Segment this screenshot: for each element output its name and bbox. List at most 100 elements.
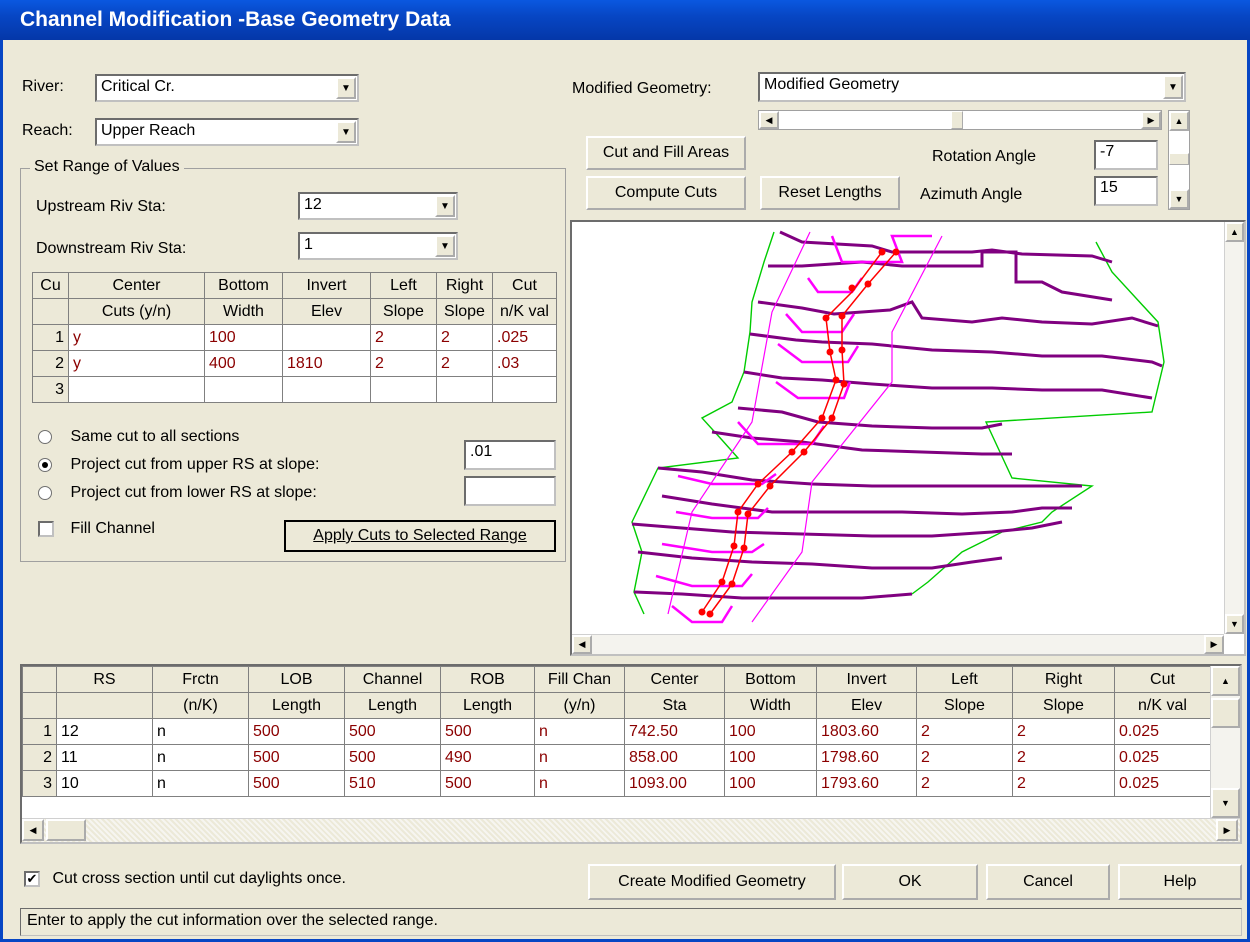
table-cell[interactable]: [492, 376, 557, 403]
arrow-down-icon[interactable]: ▼: [1211, 788, 1240, 818]
row-number[interactable]: 3: [22, 770, 57, 797]
table-cell[interactable]: [204, 376, 283, 403]
radio-icon[interactable]: [38, 485, 52, 500]
table-cell[interactable]: 2: [916, 744, 1013, 771]
table-cell[interactable]: 2: [1012, 770, 1115, 797]
chevron-down-icon[interactable]: ▼: [336, 121, 356, 143]
table-cell[interactable]: [436, 376, 493, 403]
table-cell[interactable]: n: [152, 744, 249, 771]
table-cell[interactable]: 1803.60: [816, 718, 917, 745]
azimuth-angle-input[interactable]: 15: [1094, 176, 1158, 206]
row-number[interactable]: 1: [32, 324, 69, 351]
checkbox-icon[interactable]: [38, 520, 54, 537]
scroll-thumb[interactable]: [46, 819, 86, 841]
table-cell[interactable]: y: [68, 324, 205, 351]
plot-vertical-scrollbar[interactable]: ▲ ▼: [1224, 222, 1244, 634]
cut-fill-areas-button[interactable]: Cut and Fill Areas: [586, 136, 746, 170]
angle-scrollbar[interactable]: ◀ ▶: [758, 110, 1162, 130]
arrow-right-icon[interactable]: ▶: [1216, 819, 1238, 841]
row-number[interactable]: 2: [32, 350, 69, 377]
arrow-down-icon[interactable]: ▼: [1169, 189, 1189, 209]
table-cell[interactable]: 2: [370, 350, 437, 377]
table-cell[interactable]: y: [68, 350, 205, 377]
table-cell[interactable]: 1793.60: [816, 770, 917, 797]
fill-channel-option[interactable]: Fill Channel: [38, 520, 155, 538]
arrow-right-icon[interactable]: ▶: [1141, 111, 1161, 129]
plot-horizontal-scrollbar[interactable]: ◀ ▶: [572, 634, 1224, 654]
arrow-up-icon[interactable]: ▲: [1225, 222, 1244, 242]
arrow-left-icon[interactable]: ◀: [572, 635, 592, 654]
table-cell[interactable]: 510: [344, 770, 441, 797]
daylight-option[interactable]: ✔ Cut cross section until cut daylights …: [24, 870, 346, 888]
table-cell[interactable]: 2: [1012, 744, 1115, 771]
project-lower-option[interactable]: Project cut from lower RS at slope:: [38, 484, 317, 502]
table-cell[interactable]: 2: [916, 770, 1013, 797]
river-select[interactable]: Critical Cr. ▼: [95, 74, 359, 102]
arrow-left-icon[interactable]: ◀: [759, 111, 779, 129]
table-cell[interactable]: 100: [724, 770, 817, 797]
table-horizontal-scrollbar[interactable]: ◀ ▶: [22, 818, 1240, 842]
table-cell[interactable]: 490: [440, 744, 535, 771]
table-vertical-scrollbar[interactable]: ▲ ▼: [1210, 666, 1240, 818]
upstream-riv-sta-select[interactable]: 12 ▼: [298, 192, 458, 220]
row-number[interactable]: 3: [32, 376, 69, 403]
arrow-up-icon[interactable]: ▲: [1211, 666, 1240, 696]
project-upper-option[interactable]: Project cut from upper RS at slope:: [38, 456, 319, 474]
geometry-plot[interactable]: ▲ ▼ ◀ ▶: [570, 220, 1246, 656]
arrow-down-icon[interactable]: ▼: [1225, 614, 1244, 634]
table-cell[interactable]: n: [152, 718, 249, 745]
table-cell[interactable]: 500: [248, 718, 345, 745]
chevron-down-icon[interactable]: ▼: [1163, 75, 1183, 99]
downstream-riv-sta-select[interactable]: 1 ▼: [298, 232, 458, 260]
create-modified-geometry-button[interactable]: Create Modified Geometry: [588, 864, 836, 900]
apply-cuts-button[interactable]: Apply Cuts to Selected Range: [284, 520, 556, 552]
table-cell[interactable]: [68, 376, 205, 403]
arrow-left-icon[interactable]: ◀: [22, 819, 44, 841]
ok-button[interactable]: OK: [842, 864, 978, 900]
reach-select[interactable]: Upper Reach ▼: [95, 118, 359, 146]
chevron-down-icon[interactable]: ▼: [435, 235, 455, 257]
table-cell[interactable]: n: [152, 770, 249, 797]
scroll-thumb[interactable]: [951, 111, 963, 129]
checkbox-checked-icon[interactable]: ✔: [24, 870, 40, 887]
help-button[interactable]: Help: [1118, 864, 1242, 900]
scroll-thumb[interactable]: [1211, 698, 1240, 728]
cancel-button[interactable]: Cancel: [986, 864, 1110, 900]
table-cell[interactable]: 0.025: [1114, 770, 1211, 797]
table-cell[interactable]: n: [534, 744, 625, 771]
table-cell[interactable]: 100: [724, 718, 817, 745]
table-cell[interactable]: 2: [916, 718, 1013, 745]
compute-cuts-button[interactable]: Compute Cuts: [586, 176, 746, 210]
table-cell[interactable]: 742.50: [624, 718, 725, 745]
table-cell[interactable]: 500: [440, 718, 535, 745]
table-cell[interactable]: 500: [440, 770, 535, 797]
table-cell[interactable]: 400: [204, 350, 283, 377]
radio-selected-icon[interactable]: [38, 457, 52, 472]
arrow-right-icon[interactable]: ▶: [1204, 635, 1224, 654]
arrow-up-icon[interactable]: ▲: [1169, 111, 1189, 131]
upper-slope-input[interactable]: .01: [464, 440, 556, 470]
scroll-thumb[interactable]: [1169, 153, 1189, 165]
table-cell[interactable]: 1093.00: [624, 770, 725, 797]
table-cell[interactable]: 2: [370, 324, 437, 351]
table-cell[interactable]: [370, 376, 437, 403]
table-cell[interactable]: 2: [436, 350, 493, 377]
table-cell[interactable]: [282, 324, 371, 351]
table-cell[interactable]: .025: [492, 324, 557, 351]
chevron-down-icon[interactable]: ▼: [435, 195, 455, 217]
table-cell[interactable]: 500: [248, 744, 345, 771]
table-cell[interactable]: 10: [56, 770, 153, 797]
vertical-spinner[interactable]: ▲ ▼: [1168, 110, 1190, 210]
table-cell[interactable]: 1810: [282, 350, 371, 377]
row-number[interactable]: 2: [22, 744, 57, 771]
table-cell[interactable]: 2: [436, 324, 493, 351]
same-cut-option[interactable]: Same cut to all sections: [38, 428, 239, 446]
table-cell[interactable]: n: [534, 770, 625, 797]
radio-icon[interactable]: [38, 429, 52, 444]
modified-geometry-select[interactable]: Modified Geometry ▼: [758, 72, 1186, 102]
table-cell[interactable]: [282, 376, 371, 403]
rotation-angle-input[interactable]: -7: [1094, 140, 1158, 170]
table-cell[interactable]: 2: [1012, 718, 1115, 745]
table-cell[interactable]: 500: [248, 770, 345, 797]
chevron-down-icon[interactable]: ▼: [336, 77, 356, 99]
